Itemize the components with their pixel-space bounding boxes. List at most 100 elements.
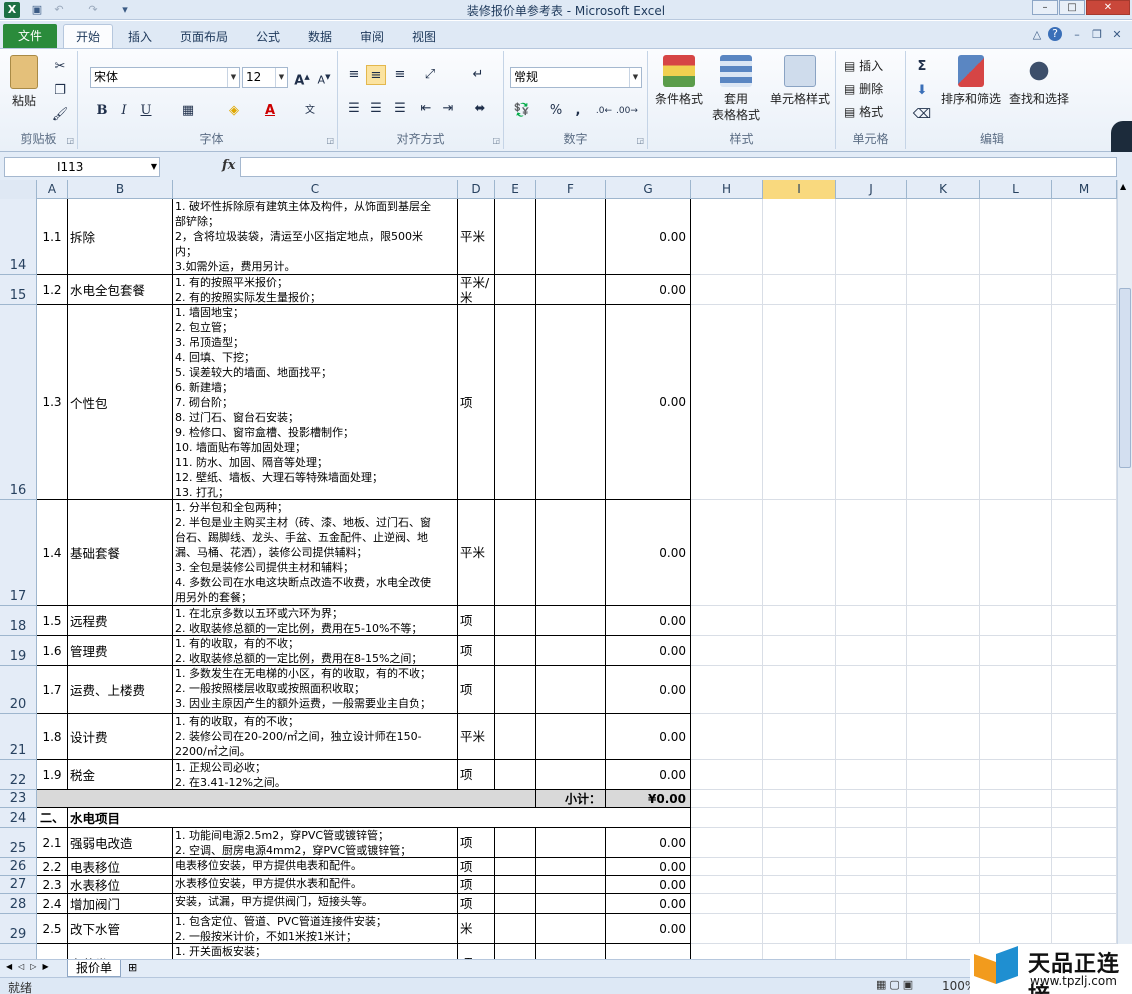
empty-cell[interactable] xyxy=(763,876,836,894)
empty-cell[interactable] xyxy=(907,894,980,914)
copy-icon[interactable]: ❐ xyxy=(50,81,70,101)
empty-cell[interactable] xyxy=(980,808,1052,828)
empty-cell[interactable] xyxy=(763,760,836,790)
empty-cell[interactable] xyxy=(1052,894,1117,914)
item-qty[interactable] xyxy=(495,894,536,914)
sheet-tab-quote[interactable]: 报价单 xyxy=(67,960,121,977)
empty-cell[interactable] xyxy=(1052,876,1117,894)
item-number[interactable]: 2.3 xyxy=(37,876,68,894)
empty-cell[interactable] xyxy=(836,790,907,808)
empty-cell[interactable] xyxy=(691,199,763,275)
item-number[interactable]: 1.8 xyxy=(37,714,68,760)
empty-cell[interactable] xyxy=(763,199,836,275)
empty-cell[interactable] xyxy=(907,808,980,828)
item-unit[interactable]: 项 xyxy=(458,636,495,666)
column-header-i[interactable]: I xyxy=(763,180,836,199)
item-name[interactable]: 改下水管 xyxy=(68,914,173,944)
item-price[interactable] xyxy=(536,858,606,876)
item-description[interactable]: 1. 有的收取，有的不收； 2. 收取装修总额的一定比例，费用在8-15%之间； xyxy=(173,636,458,666)
row-header-21[interactable]: 21 xyxy=(0,714,37,760)
tab-data[interactable]: 数据 xyxy=(300,27,340,49)
item-unit[interactable]: 项 xyxy=(458,606,495,636)
empty-cell[interactable] xyxy=(763,606,836,636)
section-number[interactable]: 二、 xyxy=(37,808,68,828)
align-center-icon[interactable]: ☰ xyxy=(366,99,386,119)
autosum-button[interactable]: Σ xyxy=(912,57,932,77)
item-name[interactable]: 安装类 xyxy=(68,944,173,959)
empty-cell[interactable] xyxy=(907,828,980,858)
item-unit[interactable]: 项 xyxy=(458,944,495,959)
item-description[interactable]: 1. 多数发生在无电梯的小区，有的收取，有的不收； 2. 一般按照楼层收取或按照… xyxy=(173,666,458,714)
item-number[interactable]: 1.2 xyxy=(37,275,68,305)
vertical-scroll-thumb[interactable] xyxy=(1119,288,1131,468)
empty-cell[interactable] xyxy=(836,500,907,606)
empty-cell[interactable] xyxy=(763,275,836,305)
item-amount[interactable]: 0.00 xyxy=(606,760,691,790)
empty-cell[interactable] xyxy=(763,636,836,666)
empty-cell[interactable] xyxy=(763,305,836,500)
item-unit[interactable]: 项 xyxy=(458,828,495,858)
empty-cell[interactable] xyxy=(907,760,980,790)
empty-cell[interactable] xyxy=(691,828,763,858)
formula-input[interactable] xyxy=(240,157,1117,177)
wrap-text-icon[interactable]: ↵ xyxy=(468,65,488,85)
empty-cell[interactable] xyxy=(763,500,836,606)
item-name[interactable]: 运费、上楼费 xyxy=(68,666,173,714)
empty-cell[interactable] xyxy=(980,606,1052,636)
font-color-icon[interactable]: A xyxy=(260,101,280,121)
item-name[interactable]: 税金 xyxy=(68,760,173,790)
item-number[interactable]: 1.3 xyxy=(37,305,68,500)
item-name[interactable]: 水电全包套餐 xyxy=(68,275,173,305)
item-description[interactable]: 1. 墙固地宝； 2. 包立管； 3. 吊顶造型； 4. 回填、下挖； 5. 误… xyxy=(173,305,458,500)
item-description[interactable]: 电表移位安装，甲方提供电表和配件。 xyxy=(173,858,458,876)
select-all-corner[interactable] xyxy=(0,180,37,199)
row-header-15[interactable]: 15 xyxy=(0,275,37,305)
bold-button[interactable]: B xyxy=(92,101,112,121)
increase-decimal-icon[interactable]: .0← xyxy=(594,101,614,121)
decrease-decimal-icon[interactable]: .00→ xyxy=(616,101,638,121)
empty-cell[interactable] xyxy=(980,828,1052,858)
view-buttons-icon[interactable]: ▦▢▣ xyxy=(876,978,916,991)
item-amount[interactable]: 0.00 xyxy=(606,828,691,858)
borders-icon[interactable]: ▦ xyxy=(178,101,198,121)
empty-cell[interactable] xyxy=(691,808,763,828)
column-header-g[interactable]: G xyxy=(606,180,691,199)
empty-cell[interactable] xyxy=(907,500,980,606)
item-name[interactable]: 强弱电改造 xyxy=(68,828,173,858)
item-number[interactable]: 2.1 xyxy=(37,828,68,858)
item-price[interactable] xyxy=(536,199,606,275)
fill-color-icon[interactable]: ◈ xyxy=(224,101,244,121)
decrease-indent-icon[interactable]: ⇤ xyxy=(416,99,436,119)
item-description[interactable]: 1. 破坏性拆除原有建筑主体及构件，从饰面到基层全 部铲除； 2，含将垃圾装袋，… xyxy=(173,199,458,275)
item-number[interactable]: 1.6 xyxy=(37,636,68,666)
item-description[interactable]: 1. 功能间电源2.5m2，穿PVC管或镀锌管； 2. 空调、厨房电源4mm2，… xyxy=(173,828,458,858)
align-right-icon[interactable]: ☰ xyxy=(390,99,410,119)
item-unit[interactable]: 平米 xyxy=(458,199,495,275)
font-name-dropdown-icon[interactable]: ▼ xyxy=(227,68,239,87)
number-format-select[interactable]: 常规 ▼ xyxy=(510,67,642,88)
format-cells-button[interactable]: ▤ 格式 xyxy=(844,103,883,120)
underline-button[interactable]: U xyxy=(136,101,156,121)
item-amount[interactable]: 0.00 xyxy=(606,199,691,275)
empty-cell[interactable] xyxy=(980,858,1052,876)
shrink-font-icon[interactable]: A▼ xyxy=(314,67,334,87)
column-header-f[interactable]: F xyxy=(536,180,606,199)
empty-cell[interactable] xyxy=(763,894,836,914)
empty-cell[interactable] xyxy=(980,914,1052,944)
find-select-button[interactable]: 查找和选择 xyxy=(1006,55,1072,107)
name-box-dropdown-icon[interactable]: ▼ xyxy=(151,158,157,176)
empty-cell[interactable] xyxy=(907,305,980,500)
empty-cell[interactable] xyxy=(1052,666,1117,714)
item-unit[interactable]: 米 xyxy=(458,914,495,944)
item-number[interactable]: 1.9 xyxy=(37,760,68,790)
empty-cell[interactable] xyxy=(836,199,907,275)
item-description[interactable]: 1. 包含定位、管道、PVC管道连接件安装； 2. 一般按米计价，不如1米按1米… xyxy=(173,914,458,944)
item-price[interactable] xyxy=(536,876,606,894)
insert-cells-button[interactable]: ▤ 插入 xyxy=(844,57,883,74)
comma-style-button[interactable]: , xyxy=(568,101,588,121)
row-header-23[interactable]: 23 xyxy=(0,790,37,808)
empty-cell[interactable] xyxy=(691,305,763,500)
item-name[interactable]: 基础套餐 xyxy=(68,500,173,606)
item-description[interactable]: 1. 在北京多数以五环或六环为界； 2. 收取装修总额的一定比例，费用在5-10… xyxy=(173,606,458,636)
empty-cell[interactable] xyxy=(763,790,836,808)
